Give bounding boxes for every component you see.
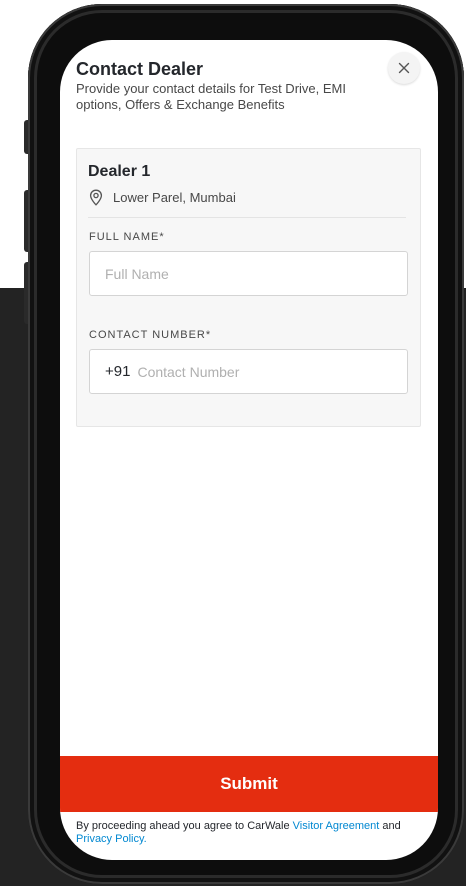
submit-button[interactable]: Submit [60, 756, 438, 812]
dealer-location: Lower Parel, Mumbai [88, 189, 236, 206]
page-subtitle: Provide your contact details for Test Dr… [76, 81, 346, 112]
full-name-label: FULL NAME* [89, 231, 165, 243]
terms-footer: By proceeding ahead you agree to CarWale… [76, 820, 416, 846]
sheet-header: Contact Dealer Provide your contact deta… [76, 58, 376, 113]
privacy-policy-link[interactable]: Privacy Policy [76, 833, 144, 845]
location-pin-icon [89, 189, 103, 206]
terms-text: By proceeding ahead you agree to CarWale [76, 820, 293, 832]
terms-text-middle: and [379, 820, 401, 832]
divider [88, 217, 406, 218]
dealer-card: Dealer 1 Lower Parel, Mumbai FULL NAME* … [76, 148, 421, 427]
contact-dealer-sheet: Contact Dealer Provide your contact deta… [60, 40, 438, 860]
contact-number-label: CONTACT NUMBER* [89, 329, 212, 341]
close-button[interactable] [388, 52, 420, 84]
page-title: Contact Dealer [76, 59, 204, 79]
country-code-prefix: +91 [105, 363, 131, 380]
privacy-policy-period: . [143, 833, 147, 845]
contact-number-field-box: +91 [89, 349, 408, 394]
contact-number-input[interactable] [137, 363, 407, 380]
dealer-location-text: Lower Parel, Mumbai [113, 190, 236, 205]
full-name-input[interactable] [105, 265, 407, 282]
full-name-field-box [89, 251, 408, 296]
visitor-agreement-link[interactable]: Visitor Agreement [293, 820, 380, 832]
dealer-name: Dealer 1 [88, 163, 151, 180]
close-icon [398, 62, 410, 74]
